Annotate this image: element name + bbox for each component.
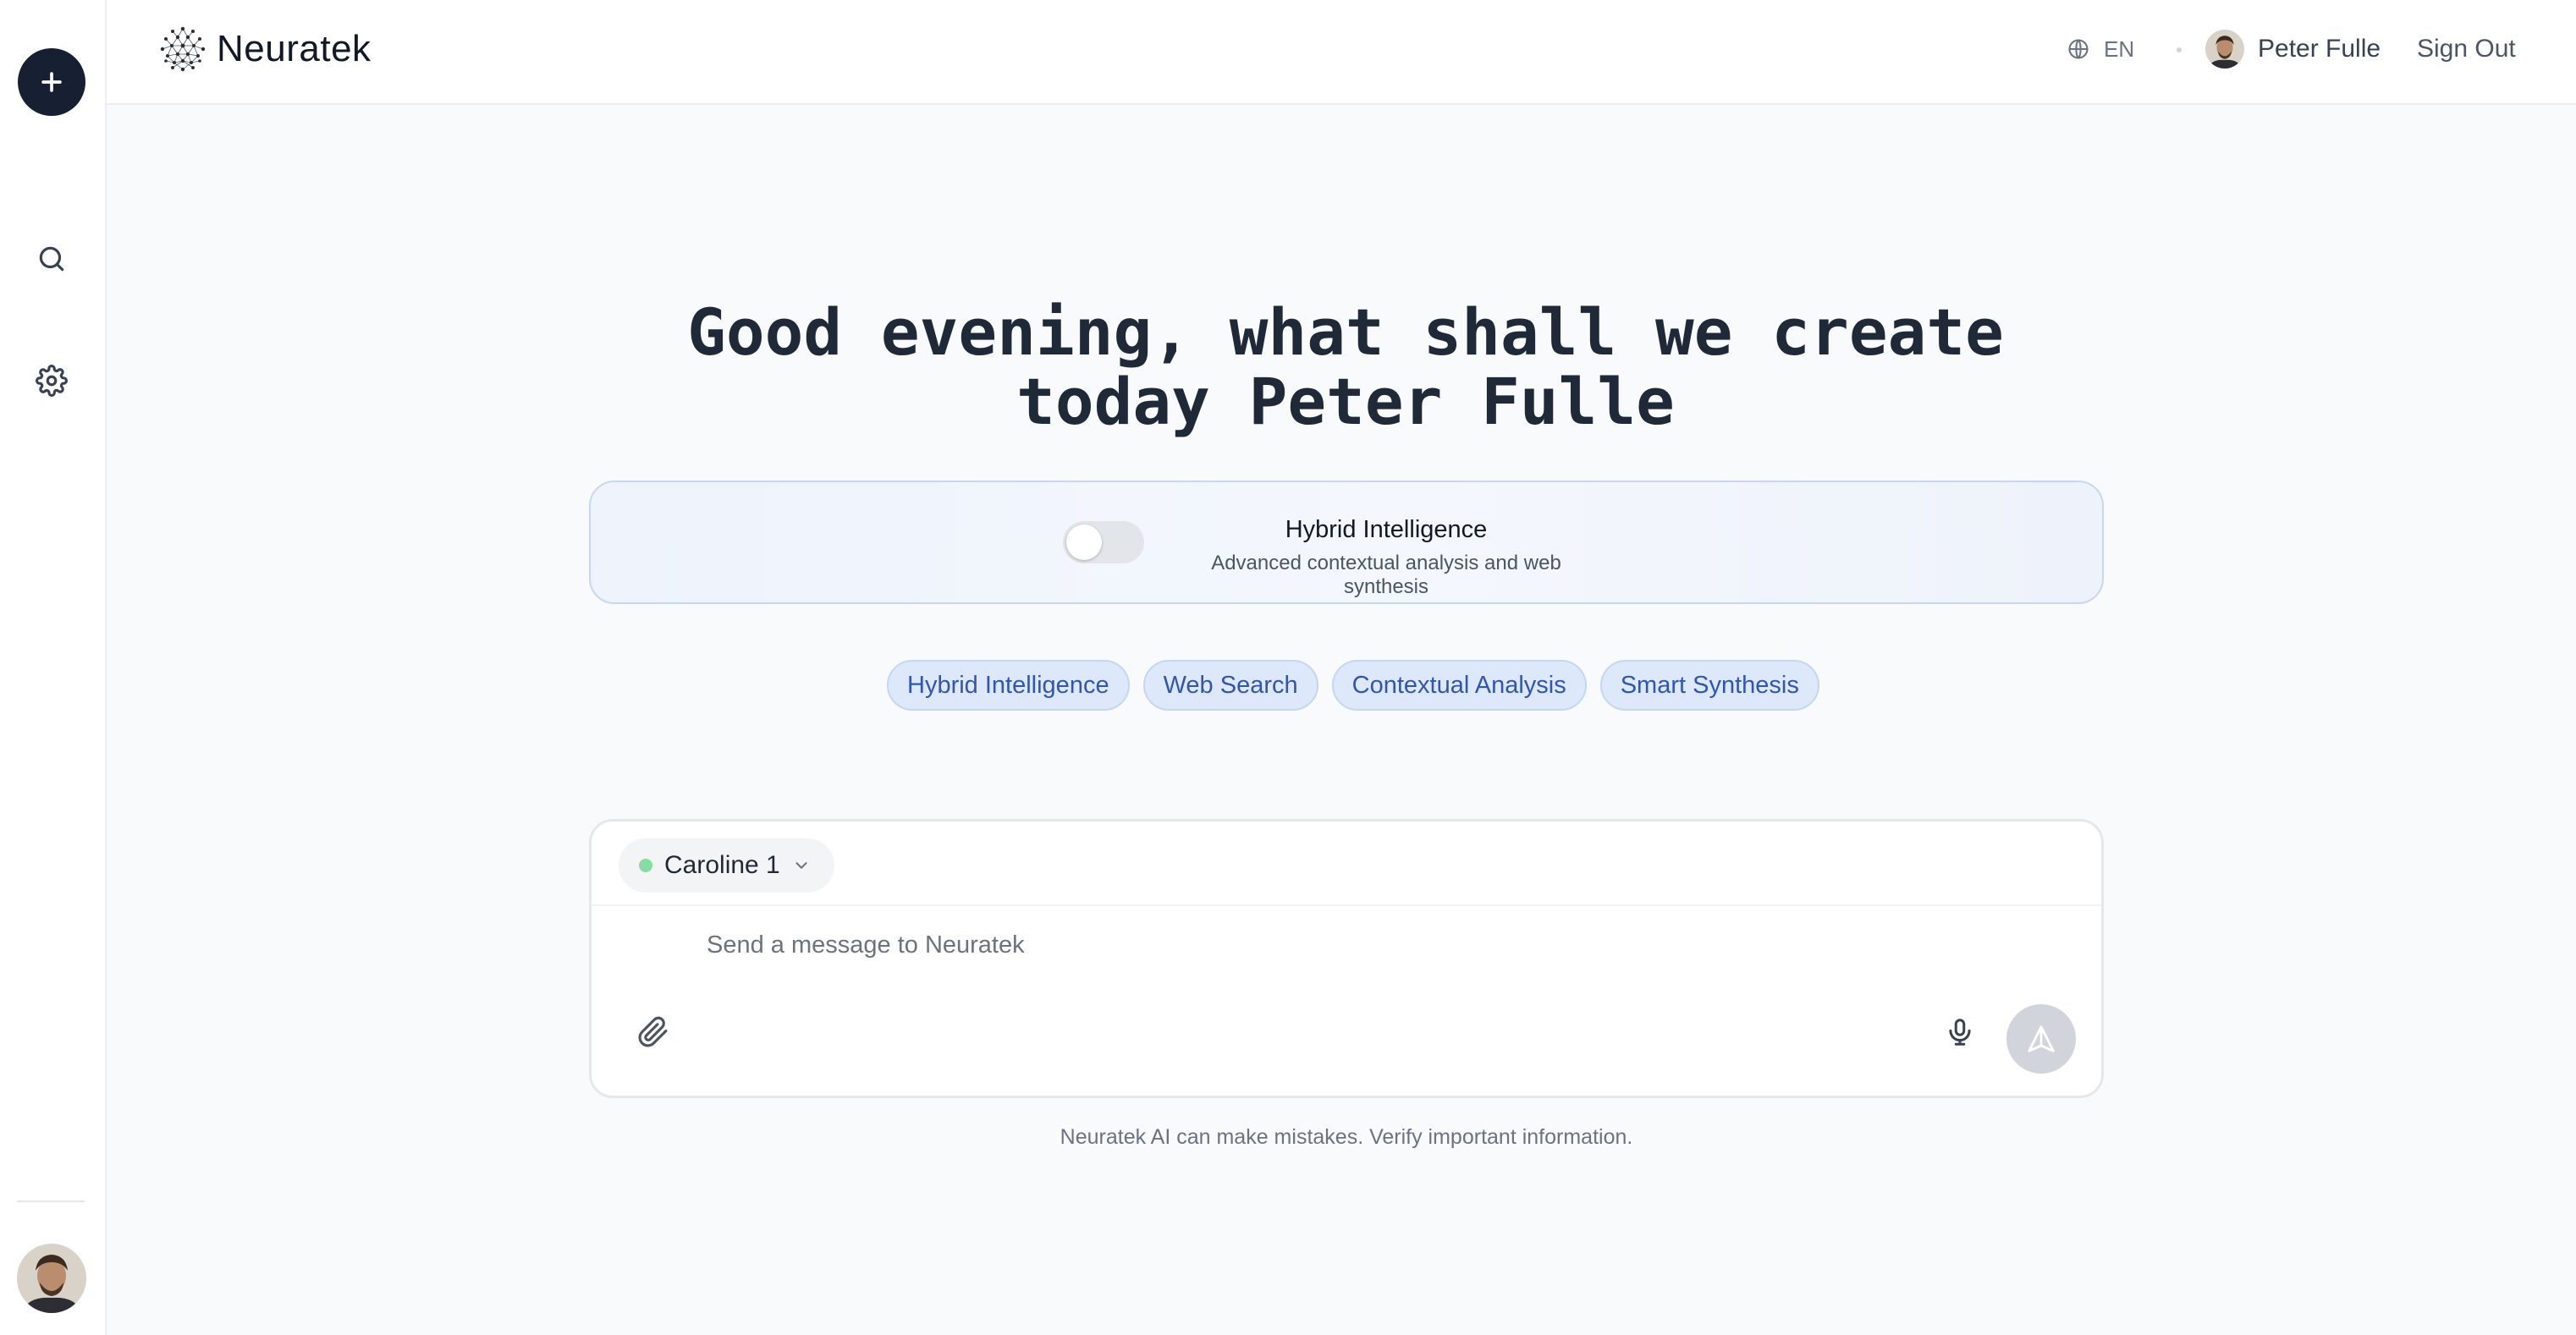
microphone-icon: [1949, 1019, 1971, 1046]
hybrid-intelligence-toggle[interactable]: [1063, 521, 1144, 563]
brand-logo[interactable]: Neuratek: [157, 22, 372, 76]
gear-icon: [36, 365, 68, 397]
disclaimer-text: Neuratek AI can make mistakes. Verify im…: [1060, 1125, 1633, 1149]
attach-button[interactable]: [630, 1009, 676, 1055]
user-avatar: [2205, 30, 2244, 69]
language-selector[interactable]: EN: [2067, 32, 2134, 66]
model-name: Caroline 1: [664, 851, 780, 879]
toggle-knob: [1066, 525, 1102, 560]
composer-toolbar: Caroline 1: [592, 821, 2101, 906]
sidebar-search-button[interactable]: [31, 239, 72, 279]
chevron-down-icon: [795, 862, 807, 869]
avatar[interactable]: [17, 1244, 86, 1313]
sign-out-button[interactable]: Sign Out: [2417, 32, 2516, 66]
hybrid-title: Hybrid Intelligence: [1285, 516, 1488, 543]
chip-web-search[interactable]: Web Search: [1142, 660, 1318, 711]
sidebar-divider: [17, 1200, 85, 1202]
user-menu[interactable]: Peter Fulle: [2205, 28, 2381, 70]
top-header: Neuratek EN Peter Fulle Sign Out: [107, 0, 2576, 105]
chip-contextual-analysis[interactable]: Contextual Analysis: [1331, 660, 1587, 711]
model-status-dot: [639, 859, 652, 872]
voice-input-button[interactable]: [1937, 1009, 1983, 1055]
greeting-heading: Good evening, what shall we create today…: [508, 298, 2183, 437]
neural-globe-logo-icon: [160, 26, 206, 72]
model-selector[interactable]: Caroline 1: [619, 838, 834, 893]
search-icon: [39, 246, 64, 272]
language-label: EN: [2104, 36, 2135, 62]
new-chat-button[interactable]: [18, 48, 85, 116]
sidebar: [0, 0, 107, 1335]
send-button[interactable]: [2006, 1004, 2076, 1074]
feature-chips: Hybrid Intelligence Web Search Contextua…: [887, 660, 1819, 711]
sidebar-settings-button[interactable]: [31, 360, 72, 401]
message-composer: Caroline 1: [589, 819, 2104, 1098]
chip-smart-synthesis[interactable]: Smart Synthesis: [1599, 660, 1819, 711]
brand-name: Neuratek: [217, 28, 372, 69]
chip-hybrid-intelligence[interactable]: Hybrid Intelligence: [887, 660, 1130, 711]
paperclip-icon: [638, 1016, 668, 1047]
hybrid-subtitle: Advanced contextual analysis and web syn…: [1211, 552, 1561, 598]
globe-icon: [2068, 39, 2089, 59]
user-name: Peter Fulle: [2258, 35, 2381, 63]
send-icon: [2028, 1025, 2055, 1052]
app-window: Neuratek EN Peter Fulle Sign Out Good ev…: [0, 0, 2576, 1335]
header-separator-dot: [2177, 47, 2182, 52]
hybrid-intelligence-card: Hybrid Intelligence Advanced contextual …: [589, 481, 2104, 604]
plus-icon: [41, 72, 62, 92]
greeting-line-2: today Peter Fulle: [1016, 364, 1675, 439]
message-input[interactable]: [707, 921, 1976, 969]
greeting-line-1: Good evening, what shall we create: [687, 294, 2004, 370]
